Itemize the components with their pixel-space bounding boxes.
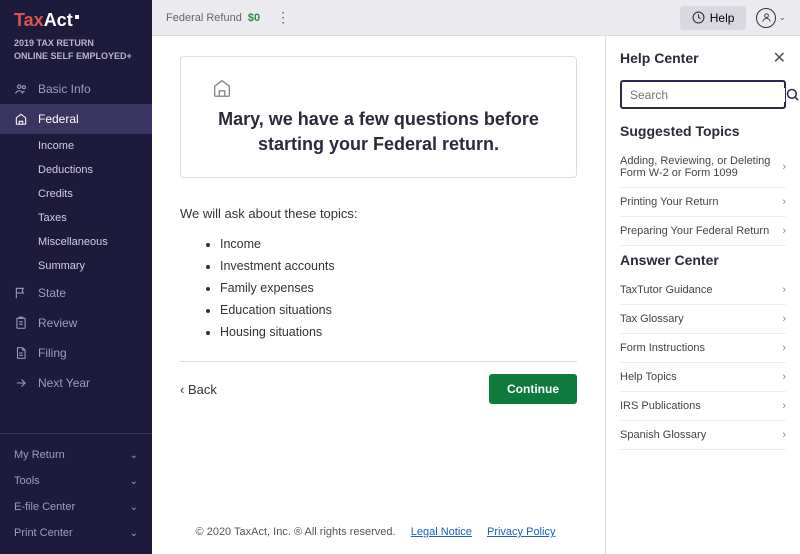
logo: TaxAct [0, 0, 152, 37]
help-item-label: Help Topics [620, 371, 677, 383]
bottom-item-e-file-center[interactable]: E-file Center⌄ [0, 494, 152, 520]
footer: © 2020 TaxAct, Inc. ® All rights reserve… [180, 518, 577, 546]
topic-item: Investment accounts [220, 255, 577, 277]
chevron-right-icon: › [782, 161, 786, 173]
sub-item-income[interactable]: Income [38, 134, 152, 158]
clipboard-icon [14, 316, 28, 330]
card-title: Mary, we have a few questions before sta… [211, 107, 546, 157]
chevron-right-icon: › [782, 429, 786, 441]
help-panel: Help Center ✕ Suggested Topics Adding, R… [605, 36, 800, 554]
help-item[interactable]: Tax Glossary › [620, 305, 786, 334]
privacy-policy-link[interactable]: Privacy Policy [487, 526, 555, 538]
help-item[interactable]: IRS Publications › [620, 392, 786, 421]
help-item-label: TaxTutor Guidance [620, 284, 713, 296]
nav-item-state[interactable]: State [0, 278, 152, 308]
chevron-down-icon: ⌄ [130, 502, 138, 513]
main-area: Federal Refund $0 ⋮ Help ⌄ [152, 0, 800, 554]
help-item[interactable]: Spanish Glossary › [620, 421, 786, 450]
content: Mary, we have a few questions before sta… [152, 36, 605, 554]
sidebar: TaxAct 2019 TAX RETURNONLINE SELF EMPLOY… [0, 0, 152, 554]
nav-item-basic-info[interactable]: Basic Info [0, 74, 152, 104]
sub-item-taxes[interactable]: Taxes [38, 206, 152, 230]
more-menu-icon[interactable]: ⋮ [276, 9, 290, 26]
nav-item-review[interactable]: Review [0, 308, 152, 338]
chevron-right-icon: › [782, 225, 786, 237]
building-icon [14, 112, 28, 126]
help-item-label: Form Instructions [620, 342, 705, 354]
help-item-label: Spanish Glossary [620, 429, 706, 441]
nav-label: State [38, 286, 66, 300]
topic-item: Family expenses [220, 277, 577, 299]
building-icon [211, 77, 546, 99]
continue-button[interactable]: Continue [489, 374, 577, 404]
bottom-nav: My Return⌄Tools⌄E-file Center⌄Print Cent… [0, 433, 152, 554]
search-icon [785, 87, 800, 102]
sub-item-credits[interactable]: Credits [38, 182, 152, 206]
refund-status: Federal Refund $0 ⋮ [166, 9, 290, 26]
back-button[interactable]: ‹ Back [180, 382, 217, 397]
nav-label: Review [38, 316, 77, 330]
help-item-label: Tax Glossary [620, 313, 684, 325]
plan-info: 2019 TAX RETURNONLINE SELF EMPLOYED+ [0, 37, 152, 74]
clock-icon [692, 11, 705, 24]
chevron-right-icon: › [782, 342, 786, 354]
help-item[interactable]: Adding, Reviewing, or Deleting Form W-2 … [620, 147, 786, 188]
close-icon[interactable]: ✕ [773, 48, 786, 68]
chevron-right-icon: › [782, 284, 786, 296]
help-item[interactable]: Preparing Your Federal Return › [620, 217, 786, 246]
flag-icon [14, 286, 28, 300]
answer-title: Answer Center [620, 252, 786, 268]
arrow-icon [14, 376, 28, 390]
user-icon [14, 82, 28, 96]
chevron-right-icon: › [782, 196, 786, 208]
help-item[interactable]: Form Instructions › [620, 334, 786, 363]
nav-label: Filing [38, 346, 67, 360]
topic-item: Education situations [220, 299, 577, 321]
nav-item-filing[interactable]: Filing [0, 338, 152, 368]
sub-item-deductions[interactable]: Deductions [38, 158, 152, 182]
chevron-down-icon: ⌄ [778, 12, 786, 23]
nav-label: Basic Info [38, 82, 91, 96]
help-item-label: Adding, Reviewing, or Deleting Form W-2 … [620, 155, 776, 179]
nav-item-next-year[interactable]: Next Year [0, 368, 152, 398]
search-box[interactable] [620, 80, 786, 109]
help-button[interactable]: Help [680, 6, 747, 30]
legal-notice-link[interactable]: Legal Notice [411, 526, 472, 538]
chevron-right-icon: › [782, 371, 786, 383]
main-nav: Basic Info Federal IncomeDeductionsCredits… [0, 74, 152, 433]
help-item-label: Preparing Your Federal Return [620, 225, 769, 237]
topic-item: Income [220, 233, 577, 255]
intro-card: Mary, we have a few questions before sta… [180, 56, 577, 178]
chevron-down-icon: ⌄ [130, 450, 138, 461]
file-icon [14, 346, 28, 360]
topic-item: Housing situations [220, 321, 577, 343]
sub-item-summary[interactable]: Summary [38, 254, 152, 278]
action-row: ‹ Back Continue [180, 362, 577, 422]
chevron-down-icon: ⌄ [130, 528, 138, 539]
help-item-label: Printing Your Return [620, 196, 718, 208]
nav-item-federal[interactable]: Federal [0, 104, 152, 134]
help-item-label: IRS Publications [620, 400, 701, 412]
bottom-item-my-return[interactable]: My Return⌄ [0, 442, 152, 468]
search-input[interactable] [630, 88, 785, 102]
topbar: Federal Refund $0 ⋮ Help ⌄ [152, 0, 800, 36]
help-item[interactable]: Printing Your Return › [620, 188, 786, 217]
nav-label: Federal [38, 112, 79, 126]
bottom-item-print-center[interactable]: Print Center⌄ [0, 520, 152, 546]
topics-intro: We will ask about these topics: [180, 206, 577, 221]
help-item[interactable]: Help Topics › [620, 363, 786, 392]
bottom-item-tools[interactable]: Tools⌄ [0, 468, 152, 494]
topics-list: IncomeInvestment accountsFamily expenses… [180, 233, 577, 343]
chevron-right-icon: › [782, 400, 786, 412]
avatar-icon [756, 8, 776, 28]
suggested-title: Suggested Topics [620, 123, 786, 139]
account-menu[interactable]: ⌄ [756, 8, 786, 28]
chevron-down-icon: ⌄ [130, 476, 138, 487]
help-item[interactable]: TaxTutor Guidance › [620, 276, 786, 305]
sub-item-miscellaneous[interactable]: Miscellaneous [38, 230, 152, 254]
chevron-right-icon: › [782, 313, 786, 325]
help-panel-title: Help Center [620, 50, 699, 66]
nav-label: Next Year [38, 376, 90, 390]
